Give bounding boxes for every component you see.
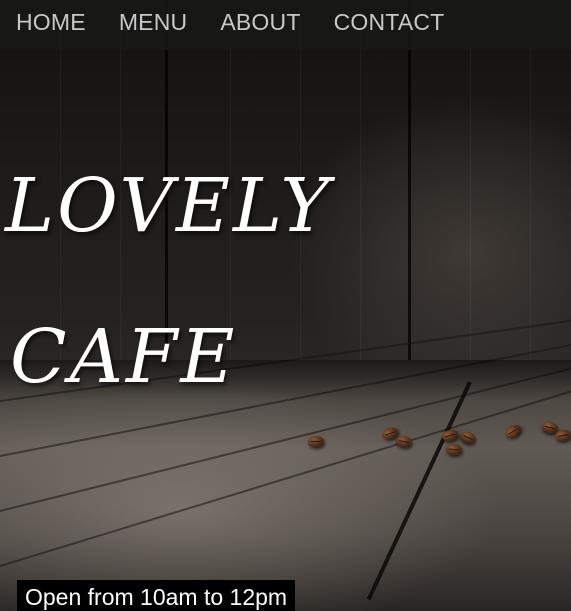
nav-list: HOME MENU ABOUT CONTACT bbox=[0, 0, 571, 50]
hero-title-line-2: CAFE bbox=[10, 314, 238, 400]
coffee-bean bbox=[308, 436, 324, 447]
hero-title-line-1: LOVELY bbox=[5, 163, 333, 249]
nav-link-contact[interactable]: CONTACT bbox=[334, 0, 445, 47]
wall-grain bbox=[360, 0, 361, 380]
nav-link-about[interactable]: ABOUT bbox=[220, 0, 300, 47]
nav-link-home[interactable]: HOME bbox=[16, 0, 86, 47]
nav-link-menu[interactable]: MENU bbox=[119, 0, 188, 47]
cafe-landing-page: HOME MENU ABOUT CONTACT LOVELY CAFE Open… bbox=[0, 0, 571, 611]
main-navigation: HOME MENU ABOUT CONTACT bbox=[0, 0, 571, 50]
wall-plank-seam bbox=[408, 0, 411, 380]
wall-grain bbox=[530, 0, 531, 380]
opening-hours-badge: Open from 10am to 12pm bbox=[17, 580, 296, 611]
wall-grain bbox=[470, 0, 471, 380]
hero-background-image bbox=[0, 0, 571, 611]
